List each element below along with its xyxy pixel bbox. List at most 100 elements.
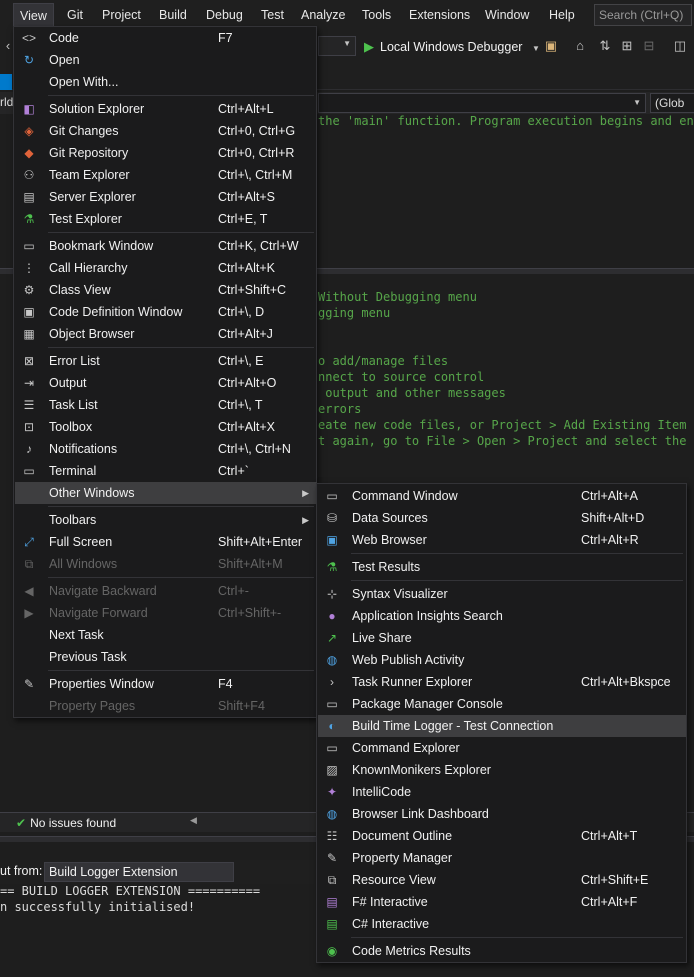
menu-separator	[48, 577, 314, 578]
other-web-browser[interactable]: ▣ Web Browser Ctrl+Alt+R	[318, 529, 686, 551]
view-menu-team-explorer[interactable]: ⚇ Team Explorer Ctrl+\, Ctrl+M	[15, 164, 317, 186]
folder-search-icon[interactable]: ▣	[543, 38, 559, 54]
solution-explorer-icon: ◧	[23, 102, 35, 116]
view-menu-previous-task[interactable]: Previous Task	[15, 646, 317, 668]
other-build-time-logger[interactable]: ◐ Build Time Logger - Test Connection	[318, 715, 686, 737]
document-outline-icon: ☷	[326, 829, 338, 843]
live-share-icon: ↗	[326, 631, 338, 645]
other-command-explorer[interactable]: ▭ Command Explorer	[318, 737, 686, 759]
platform-dropdown[interactable]: ▼	[318, 36, 356, 56]
menu-analyze[interactable]: Analyze	[295, 3, 351, 27]
other-resource-view[interactable]: ⧉ Resource View Ctrl+Shift+E	[318, 869, 686, 891]
menu-test[interactable]: Test	[255, 3, 290, 27]
submenu-arrow-icon: ▶	[302, 515, 309, 525]
view-menu-test-explorer[interactable]: ⚗ Test Explorer Ctrl+E, T	[15, 208, 317, 230]
other-application-insights-search[interactable]: ● Application Insights Search	[318, 605, 686, 627]
project-combo-fragment[interactable]: rld	[0, 95, 13, 109]
other-property-manager[interactable]: ✎ Property Manager	[318, 847, 686, 869]
member-scope-combo[interactable]: (Glob	[650, 93, 694, 113]
issues-indicator[interactable]: ✔ No issues found	[16, 815, 116, 831]
code-comment: Without Debugging menu	[318, 290, 477, 304]
view-menu-full-screen[interactable]: ⤢ Full Screen Shift+Alt+Enter	[15, 531, 317, 553]
view-menu-call-hierarchy[interactable]: ⋮ Call Hierarchy Ctrl+Alt+K	[15, 257, 317, 279]
other-test-results[interactable]: ⚗ Test Results	[318, 556, 686, 578]
menu-project[interactable]: Project	[96, 3, 147, 27]
layout-icon[interactable]: ⊟	[641, 38, 657, 54]
view-menu-code-definition-window[interactable]: ▣ Code Definition Window Ctrl+\, D	[15, 301, 317, 323]
view-menu-task-list[interactable]: ☰ Task List Ctrl+\, T	[15, 394, 317, 416]
git-changes-icon: ◈	[24, 124, 34, 138]
other-data-sources[interactable]: ⛁ Data Sources Shift+Alt+D	[318, 507, 686, 529]
code-comment: errors	[318, 402, 362, 416]
view-menu-output[interactable]: ⇥ Output Ctrl+Alt+O	[15, 372, 317, 394]
other-intellicode[interactable]: ✦ IntelliCode	[318, 781, 686, 803]
view-menu-object-browser[interactable]: ▦ Object Browser Ctrl+Alt+J	[15, 323, 317, 345]
other-knownmonikers-explorer[interactable]: ▨ KnownMonikers Explorer	[318, 759, 686, 781]
other-document-outline[interactable]: ☷ Document Outline Ctrl+Alt+T	[318, 825, 686, 847]
view-menu-server-explorer[interactable]: ▤ Server Explorer Ctrl+Alt+S	[15, 186, 317, 208]
view-menu-code[interactable]: <> Code F7	[15, 27, 317, 49]
view-menu-properties-window[interactable]: ✎ Properties Window F4	[15, 673, 317, 695]
full-screen-icon: ⤢	[24, 535, 34, 549]
view-menu-all-windows[interactable]: ⧉ All Windows Shift+Alt+M	[15, 553, 317, 575]
menu-debug[interactable]: Debug	[200, 3, 249, 27]
sync-icon[interactable]: ⇅	[597, 38, 613, 54]
test-results-icon: ⚗	[326, 560, 338, 574]
view-menu-open-with[interactable]: Open With...	[15, 71, 317, 93]
home-icon[interactable]: ⌂	[572, 38, 588, 54]
view-menu-open[interactable]: ↻ Open	[15, 49, 317, 71]
code-comment: gging menu	[318, 306, 391, 320]
view-menu-notifications[interactable]: ♪ Notifications Ctrl+\, Ctrl+N	[15, 438, 317, 460]
view-menu-navigate-forward[interactable]: ▶ Navigate Forward Ctrl+Shift+-	[15, 602, 317, 624]
other-package-manager-console[interactable]: ▭ Package Manager Console	[318, 693, 686, 715]
menu-separator	[48, 670, 314, 671]
menu-view[interactable]: View	[13, 3, 54, 27]
menu-separator	[48, 95, 314, 96]
view-menu-terminal[interactable]: ▭ Terminal Ctrl+`	[15, 460, 317, 482]
view-menu-navigate-backward[interactable]: ◀ Navigate Backward Ctrl+-	[15, 580, 317, 602]
other-task-runner-explorer[interactable]: › Task Runner Explorer Ctrl+Alt+Bkspce	[318, 671, 686, 693]
view-menu-bookmark-window[interactable]: ▭ Bookmark Window Ctrl+K, Ctrl+W	[15, 235, 317, 257]
show-output-from-label: ut from:	[0, 864, 43, 878]
active-tab[interactable]	[0, 74, 12, 90]
error-list-icon: ⊠	[23, 354, 35, 368]
code-comment: nnect to source control	[318, 370, 485, 384]
menu-help[interactable]: Help	[543, 3, 581, 27]
view-menu-error-list[interactable]: ⊠ Error List Ctrl+\, E	[15, 350, 317, 372]
other-syntax-visualizer[interactable]: ⊹ Syntax Visualizer	[318, 583, 686, 605]
output-source-dropdown[interactable]: Build Logger Extension	[44, 862, 234, 882]
other-code-metrics-results[interactable]: ◉ Code Metrics Results	[318, 940, 686, 962]
view-menu-class-view[interactable]: ⚙ Class View Ctrl+Shift+C	[15, 279, 317, 301]
view-menu-toolbox[interactable]: ⊡ Toolbox Ctrl+Alt+X	[15, 416, 317, 438]
start-debugger-button[interactable]: ▶ Local Windows Debugger ▼	[364, 37, 540, 57]
object-browser-icon: ▦	[23, 327, 35, 341]
view-menu-solution-explorer[interactable]: ◧ Solution Explorer Ctrl+Alt+L	[15, 98, 317, 120]
bookmark-icon: ▭	[23, 239, 35, 253]
search-input[interactable]: Search (Ctrl+Q)	[594, 4, 692, 26]
menu-window[interactable]: Window	[479, 3, 535, 27]
bell-icon: ♪	[26, 442, 32, 456]
tree-icon[interactable]: ⊞	[619, 38, 635, 54]
other-command-window[interactable]: ▭ Command Window Ctrl+Alt+A	[318, 485, 686, 507]
view-menu-next-task[interactable]: Next Task	[15, 624, 317, 646]
menu-extensions[interactable]: Extensions	[403, 3, 476, 27]
other-fsharp-interactive[interactable]: ▤ F# Interactive Ctrl+Alt+F	[318, 891, 686, 913]
window-icon[interactable]: ◫	[672, 38, 688, 54]
view-menu-git-changes[interactable]: ◈ Git Changes Ctrl+0, Ctrl+G	[15, 120, 317, 142]
other-browser-link-dashboard[interactable]: ◍ Browser Link Dashboard	[318, 803, 686, 825]
menu-tools[interactable]: Tools	[356, 3, 397, 27]
type-scope-combo[interactable]: ▼	[318, 93, 646, 113]
other-live-share[interactable]: ↗ Live Share	[318, 627, 686, 649]
other-web-publish-activity[interactable]: ◍ Web Publish Activity	[318, 649, 686, 671]
wrench-icon: ✎	[23, 677, 35, 691]
view-menu-toolbars[interactable]: Toolbars ▶	[15, 509, 317, 531]
view-menu-git-repository[interactable]: ◆ Git Repository Ctrl+0, Ctrl+R	[15, 142, 317, 164]
menu-build[interactable]: Build	[153, 3, 193, 27]
other-csharp-interactive[interactable]: ▤ C# Interactive	[318, 913, 686, 935]
menu-git[interactable]: Git	[61, 3, 89, 27]
command-window-icon: ▭	[326, 489, 338, 503]
view-menu-property-pages[interactable]: Property Pages Shift+F4	[15, 695, 317, 717]
submenu-arrow-icon: ▶	[302, 488, 309, 498]
scroll-left-icon[interactable]: ◀	[190, 815, 197, 826]
view-menu-other-windows[interactable]: Other Windows ▶	[15, 482, 317, 504]
